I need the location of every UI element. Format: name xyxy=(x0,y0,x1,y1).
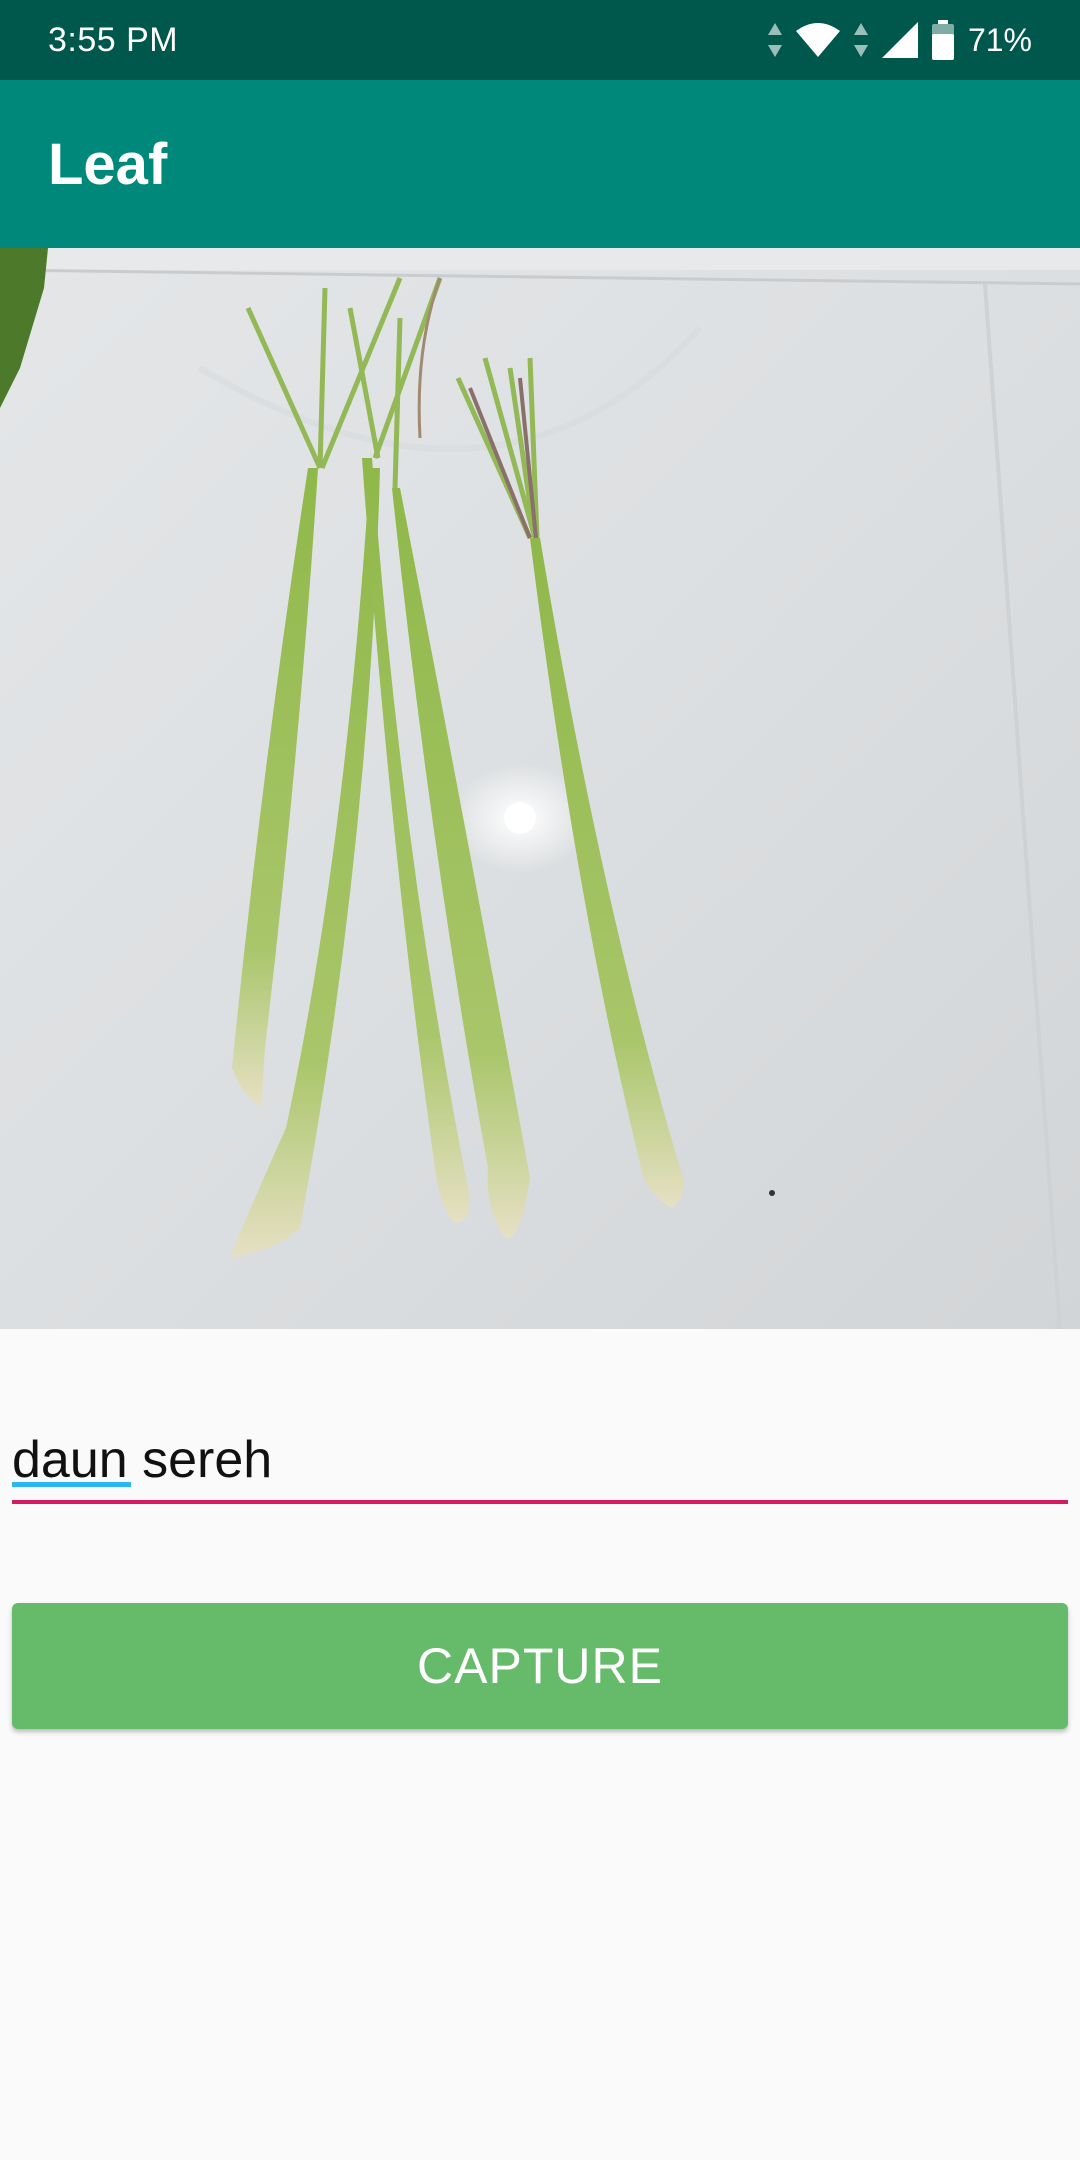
status-time: 3:55 PM xyxy=(48,20,179,59)
app-title: Leaf xyxy=(48,131,168,197)
battery-icon xyxy=(931,20,954,60)
app-bar: Leaf xyxy=(0,80,1080,248)
cell-signal-icon xyxy=(881,22,918,58)
status-bar: 3:55 PM 71% xyxy=(0,0,1080,80)
data-arrows-icon xyxy=(767,23,782,57)
battery-level: 71% xyxy=(967,21,1032,58)
camera-preview-image xyxy=(0,248,1080,1329)
label-input[interactable] xyxy=(12,1420,1068,1500)
wifi-icon xyxy=(795,23,840,57)
capture-button[interactable]: CAPTURE xyxy=(12,1603,1068,1729)
status-icons: 71% xyxy=(767,20,1032,60)
spellcheck-underline xyxy=(12,1482,131,1487)
data-arrows-icon xyxy=(853,23,868,57)
input-underline xyxy=(12,1500,1068,1504)
label-input-container[interactable] xyxy=(12,1420,1068,1504)
